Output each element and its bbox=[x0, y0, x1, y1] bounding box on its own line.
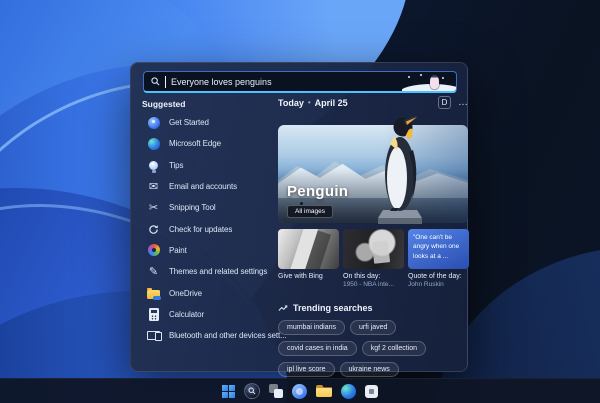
suggested-item-check-updates[interactable]: Check for updates bbox=[131, 218, 277, 239]
search-icon bbox=[151, 77, 160, 86]
taskbar-search-icon[interactable] bbox=[244, 383, 260, 399]
suggested-item-microsoft-edge[interactable]: Microsoft Edge bbox=[131, 133, 277, 154]
check-updates-icon bbox=[147, 223, 160, 236]
themes-icon: ✎ bbox=[148, 266, 159, 279]
separator-dot: • bbox=[307, 98, 311, 107]
item-label: Get Started bbox=[169, 118, 209, 128]
trending-section: Trending searches mumbai indians urfi ja… bbox=[278, 303, 469, 377]
suggested-list: Get Started Microsoft Edge Tips ✉ Email … bbox=[131, 112, 287, 346]
suggested-item-get-started[interactable]: Get Started bbox=[131, 112, 277, 133]
trending-pills: mumbai indians urfi javed covid cases in… bbox=[278, 320, 469, 377]
search-flyout-panel: Everyone loves penguins Suggested Get St… bbox=[130, 62, 469, 377]
suggested-item-paint[interactable]: Paint bbox=[131, 240, 277, 261]
trending-icon bbox=[278, 305, 288, 311]
suggested-item-email-accounts[interactable]: ✉ Email and accounts bbox=[131, 176, 277, 197]
trending-pill[interactable]: kgf 2 collection bbox=[361, 341, 427, 356]
search-query-text: Everyone loves penguins bbox=[171, 76, 272, 87]
story-image bbox=[343, 229, 404, 269]
text-cursor bbox=[165, 75, 166, 88]
paint-icon bbox=[147, 244, 160, 257]
file-explorer-icon[interactable] bbox=[316, 385, 332, 397]
edge-icon bbox=[147, 137, 160, 150]
daily-content-column: Today • April 25 D … Penguin All images … bbox=[278, 63, 469, 377]
item-label: Check for updates bbox=[169, 224, 233, 234]
trending-pill[interactable]: urfi javed bbox=[350, 320, 397, 335]
today-header: Today • April 25 D … bbox=[278, 96, 469, 109]
trending-pill[interactable]: ukraine news bbox=[339, 362, 399, 377]
item-label: Calculator bbox=[169, 309, 205, 319]
more-options-button[interactable]: … bbox=[458, 97, 469, 108]
hero-title: Penguin bbox=[287, 183, 349, 200]
penguin-image bbox=[378, 115, 422, 224]
onedrive-icon bbox=[147, 287, 161, 301]
item-label: Microsoft Edge bbox=[169, 139, 221, 149]
windows-start-icon[interactable] bbox=[222, 384, 235, 398]
trending-pill[interactable]: ipl live score bbox=[278, 362, 335, 377]
story-caption: On this day: bbox=[343, 273, 381, 280]
item-label: Bluetooth and other devices sett... bbox=[169, 331, 287, 341]
suggested-item-tips[interactable]: Tips bbox=[131, 155, 277, 176]
story-caption: Give with Bing bbox=[278, 273, 323, 280]
task-view-icon[interactable] bbox=[269, 384, 283, 398]
item-label: Tips bbox=[169, 160, 184, 170]
story-card-row: Give with Bing On this day: 1950 - NBA i… bbox=[278, 229, 469, 288]
widgets-icon[interactable] bbox=[292, 383, 307, 399]
all-images-button[interactable]: All images bbox=[287, 205, 333, 218]
story-caption: Quote of the day: bbox=[408, 273, 462, 280]
quote-text: "One can't be angry when one looks at a … bbox=[408, 229, 469, 269]
get-started-icon bbox=[147, 116, 160, 129]
tips-icon bbox=[147, 159, 160, 173]
item-label: OneDrive bbox=[169, 288, 202, 298]
calculator-icon bbox=[147, 307, 160, 321]
suggested-item-onedrive[interactable]: OneDrive bbox=[131, 282, 277, 303]
suggested-item-snipping-tool[interactable]: ✂ Snipping Tool bbox=[131, 197, 277, 218]
trending-pill[interactable]: covid cases in india bbox=[278, 341, 357, 356]
hero-card-penguin[interactable]: Penguin All images bbox=[278, 115, 468, 224]
story-card-give-with-bing[interactable]: Give with Bing bbox=[278, 229, 339, 288]
item-label: Snipping Tool bbox=[169, 203, 216, 213]
suggested-item-bluetooth-devices[interactable]: Bluetooth and other devices sett... bbox=[131, 325, 287, 346]
item-label: Email and accounts bbox=[169, 182, 238, 192]
date-label: April 25 bbox=[314, 97, 348, 108]
today-label: Today bbox=[278, 97, 304, 108]
story-card-on-this-day[interactable]: On this day: 1950 - NBA inte... bbox=[343, 229, 404, 288]
snipping-tool-icon: ✂ bbox=[148, 202, 159, 215]
trending-pill[interactable]: mumbai indians bbox=[278, 320, 346, 335]
story-image bbox=[278, 229, 339, 269]
taskbar bbox=[0, 378, 600, 403]
email-icon: ✉ bbox=[148, 181, 159, 194]
item-label: Themes and related settings bbox=[169, 267, 268, 277]
suggested-item-calculator[interactable]: Calculator bbox=[131, 304, 277, 325]
item-label: Paint bbox=[169, 245, 187, 255]
story-card-quote-of-the-day[interactable]: "One can't be angry when one looks at a … bbox=[408, 229, 469, 288]
edge-icon[interactable] bbox=[341, 383, 356, 399]
suggested-item-themes[interactable]: ✎ Themes and related settings bbox=[131, 261, 277, 282]
search-glyph bbox=[248, 387, 256, 395]
trending-heading: Trending searches bbox=[293, 303, 373, 313]
story-subcaption: 1950 - NBA inte... bbox=[343, 281, 394, 288]
story-subcaption: John Ruskin bbox=[408, 281, 444, 288]
devices-icon bbox=[147, 329, 162, 342]
suggested-heading: Suggested bbox=[142, 99, 186, 109]
profile-badge[interactable]: D bbox=[438, 96, 451, 109]
pinned-app-icon[interactable] bbox=[365, 384, 378, 398]
